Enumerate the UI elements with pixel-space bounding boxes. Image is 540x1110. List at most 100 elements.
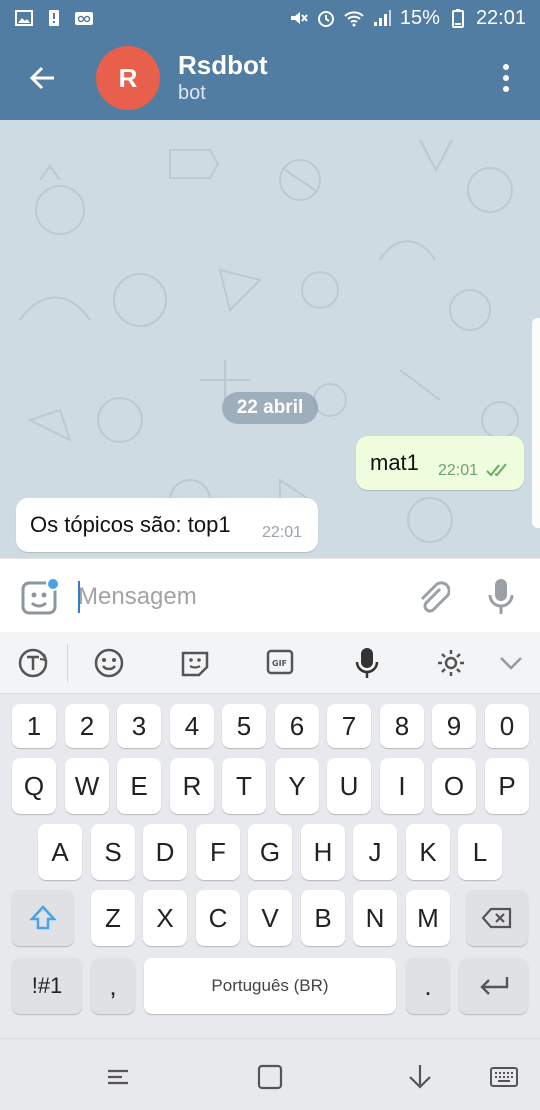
sticker-button[interactable] bbox=[178, 646, 212, 680]
chat-header: R Rsdbot bot bbox=[0, 36, 540, 120]
gear-icon bbox=[438, 650, 464, 676]
key[interactable]: C bbox=[196, 890, 240, 946]
key[interactable]: U bbox=[327, 758, 371, 814]
message-input[interactable] bbox=[78, 579, 398, 615]
signal-icon bbox=[373, 10, 391, 26]
key[interactable]: 7 bbox=[327, 704, 371, 748]
back-button[interactable] bbox=[0, 36, 84, 120]
emoji-button[interactable] bbox=[92, 646, 126, 680]
smiley-icon bbox=[94, 648, 124, 678]
key[interactable]: V bbox=[248, 890, 292, 946]
chat-wallpaper-pattern bbox=[19, 139, 519, 543]
chat-messages-area[interactable]: 22 abril mat1 22:01 Os tópicos são: top1… bbox=[0, 120, 540, 558]
toolbar-divider bbox=[67, 644, 68, 682]
scroll-handle[interactable] bbox=[532, 318, 540, 528]
sticker-icon bbox=[181, 651, 209, 677]
text-refresh-icon bbox=[18, 648, 48, 678]
on-screen-keyboard: 1 2 3 4 5 6 7 8 9 0 Q W E R T Y U I O P … bbox=[0, 694, 540, 1038]
message-bubble-incoming[interactable]: Os tópicos são: top1 22:01 bbox=[16, 498, 318, 552]
comma-key[interactable]: , bbox=[91, 958, 135, 1014]
svg-text:GIF: GIF bbox=[272, 659, 287, 668]
key[interactable]: Q bbox=[12, 758, 56, 814]
period-key[interactable]: . bbox=[406, 958, 450, 1014]
voice-input-button[interactable] bbox=[350, 646, 384, 680]
recents-icon[interactable] bbox=[102, 1061, 134, 1093]
read-double-check-icon bbox=[486, 463, 507, 477]
key[interactable]: A bbox=[38, 824, 82, 880]
chat-subtitle: bot bbox=[178, 82, 206, 104]
message-text: mat1 bbox=[370, 450, 419, 475]
back-arrow-icon bbox=[29, 66, 54, 90]
key[interactable]: 3 bbox=[117, 704, 161, 748]
key[interactable]: T bbox=[222, 758, 266, 814]
chevron-down-icon bbox=[500, 657, 522, 670]
microphone-icon[interactable] bbox=[486, 577, 516, 617]
hide-keyboard-icon[interactable] bbox=[404, 1061, 436, 1093]
alert-notification-icon bbox=[49, 10, 59, 26]
gif-button[interactable]: GIF bbox=[264, 646, 298, 680]
key[interactable]: 0 bbox=[485, 704, 529, 748]
text-cursor bbox=[78, 581, 80, 613]
text-mode-button[interactable] bbox=[16, 646, 50, 680]
key[interactable]: 2 bbox=[65, 704, 109, 748]
key[interactable]: P bbox=[485, 758, 529, 814]
key[interactable]: I bbox=[380, 758, 424, 814]
key[interactable]: O bbox=[432, 758, 476, 814]
keyboard-switch-icon[interactable] bbox=[488, 1061, 520, 1093]
space-key[interactable]: Português (BR) bbox=[144, 958, 396, 1014]
collapse-toolbar-button[interactable] bbox=[494, 646, 528, 680]
shift-key[interactable] bbox=[12, 890, 74, 946]
chat-title-block[interactable]: Rsdbot bot bbox=[178, 50, 268, 106]
mute-icon bbox=[290, 12, 308, 24]
date-separator: 22 abril bbox=[222, 392, 318, 424]
chat-title: Rsdbot bbox=[178, 50, 268, 80]
key[interactable]: S bbox=[91, 824, 135, 880]
voicemail-notification-icon bbox=[75, 12, 93, 25]
key[interactable]: D bbox=[143, 824, 187, 880]
gif-icon: GIF bbox=[266, 649, 294, 675]
key[interactable]: J bbox=[353, 824, 397, 880]
key[interactable]: K bbox=[406, 824, 450, 880]
key[interactable]: 4 bbox=[170, 704, 214, 748]
key[interactable]: H bbox=[301, 824, 345, 880]
home-icon[interactable] bbox=[254, 1061, 286, 1093]
status-bar: 15% 22:01 bbox=[0, 0, 540, 36]
key[interactable]: M bbox=[406, 890, 450, 946]
attach-icon[interactable] bbox=[414, 577, 450, 617]
enter-key[interactable] bbox=[459, 958, 528, 1014]
key[interactable]: X bbox=[143, 890, 187, 946]
keyboard-settings-button[interactable] bbox=[434, 646, 468, 680]
key[interactable]: 5 bbox=[222, 704, 266, 748]
message-text: Os tópicos são: top1 bbox=[30, 512, 231, 537]
new-sticker-dot bbox=[46, 577, 60, 591]
key[interactable]: N bbox=[353, 890, 397, 946]
key[interactable]: G bbox=[248, 824, 292, 880]
avatar[interactable]: R bbox=[96, 46, 160, 110]
backspace-icon bbox=[481, 907, 512, 929]
key[interactable]: Y bbox=[275, 758, 319, 814]
key[interactable]: 6 bbox=[275, 704, 319, 748]
key[interactable]: W bbox=[65, 758, 109, 814]
key[interactable]: 9 bbox=[432, 704, 476, 748]
message-composer bbox=[0, 558, 540, 632]
key[interactable]: Z bbox=[91, 890, 135, 946]
key[interactable]: B bbox=[301, 890, 345, 946]
key[interactable]: F bbox=[196, 824, 240, 880]
key[interactable]: L bbox=[458, 824, 502, 880]
key[interactable]: 8 bbox=[380, 704, 424, 748]
battery-icon bbox=[451, 9, 464, 28]
message-time: 22:01 bbox=[262, 524, 303, 541]
keyboard-toolbar: GIF bbox=[0, 632, 540, 694]
wifi-icon bbox=[344, 11, 364, 27]
symbols-key[interactable]: !#1 bbox=[12, 958, 82, 1014]
backspace-key[interactable] bbox=[466, 890, 528, 946]
key[interactable]: E bbox=[117, 758, 161, 814]
more-vert-icon bbox=[503, 64, 509, 70]
microphone-icon bbox=[355, 648, 379, 678]
alarm-icon bbox=[317, 11, 334, 27]
more-options-button[interactable] bbox=[494, 64, 518, 92]
message-time: 22:01 bbox=[438, 462, 479, 479]
key[interactable]: R bbox=[170, 758, 214, 814]
message-bubble-outgoing[interactable]: mat1 22:01 bbox=[356, 436, 524, 490]
key[interactable]: 1 bbox=[12, 704, 56, 748]
